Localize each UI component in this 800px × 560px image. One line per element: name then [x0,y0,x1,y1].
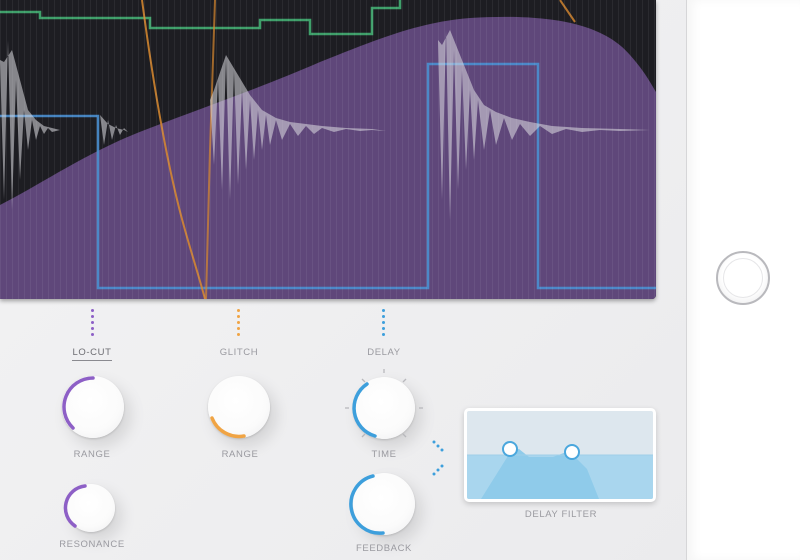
delay-filter-curve [467,411,653,499]
range-knob-2-arc [210,416,246,439]
tab-lo-cut[interactable]: LO-CUT [72,347,112,361]
range-knob-1-arc [62,376,95,430]
range-knob-2-label: RANGE [221,449,259,460]
connector-dots [432,440,444,476]
tab-glitch[interactable]: GLITCH [218,347,260,358]
feedback-knob[interactable] [349,473,415,535]
feedback-knob-arc [349,474,385,535]
synth-panel: LO-CUT GLITCH DELAY RANGE RANGE TIME RES… [0,0,686,560]
time-knob-label: TIME [371,449,397,460]
filter-handle-1 [502,441,518,457]
home-button[interactable] [716,251,770,305]
glitch-indicator [237,309,241,339]
range-knob-1-label: RANGE [73,449,111,460]
delay-indicator [382,309,386,339]
home-button-ring [723,258,763,298]
tab-delay[interactable]: DELAY [363,347,405,358]
range-knob-2[interactable] [208,376,270,439]
resonance-knob-arc [63,484,87,528]
feedback-knob-label: FEEDBACK [355,543,412,554]
filter-handle-2 [564,444,580,460]
delay-filter-label: DELAY FILTER [524,509,598,520]
lo-cut-indicator [91,309,95,339]
resonance-knob[interactable] [63,484,115,532]
time-knob[interactable] [345,369,423,439]
resonance-knob-label: RESONANCE [59,539,125,550]
waveform-visualizer[interactable] [0,0,656,299]
range-knob-1[interactable] [62,376,124,438]
time-knob-arc [345,369,423,438]
delay-filter-graph[interactable] [464,408,656,502]
waveform-graph [0,0,656,299]
